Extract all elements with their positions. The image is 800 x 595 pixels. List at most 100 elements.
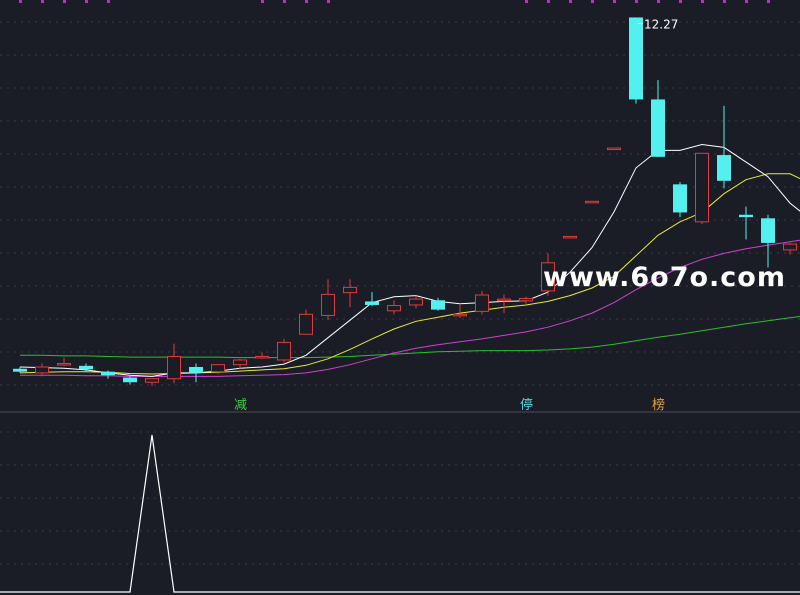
candle xyxy=(563,235,577,239)
candle-body xyxy=(57,363,71,366)
candle-body xyxy=(255,355,269,359)
candle-body xyxy=(321,293,335,316)
candle xyxy=(497,294,511,314)
candle-body xyxy=(277,341,291,361)
candle-body xyxy=(167,355,181,380)
candle-body xyxy=(453,313,467,317)
candle xyxy=(519,296,533,304)
grid-layer xyxy=(0,21,800,565)
candle-body xyxy=(563,235,577,239)
top-dot xyxy=(635,0,638,3)
candle-body xyxy=(343,286,357,294)
top-dot xyxy=(63,0,66,3)
top-dot xyxy=(701,0,704,3)
signal-marker: 停 xyxy=(520,397,533,413)
candle xyxy=(651,80,665,157)
top-dot xyxy=(107,0,110,3)
moving-average-layer xyxy=(19,143,800,377)
ma-short-line xyxy=(19,143,800,377)
candle xyxy=(387,300,401,315)
top-dot xyxy=(591,0,594,3)
candle xyxy=(189,363,203,383)
stock-kline-chart: 减 停 榜 12.27 www.6o7o.com xyxy=(0,0,800,593)
watermark-text: www.6o7o.com xyxy=(543,262,786,293)
candle-body xyxy=(101,371,115,376)
top-dot xyxy=(525,0,528,3)
candle xyxy=(321,279,335,321)
candle-body xyxy=(761,218,775,243)
candle-body xyxy=(211,364,225,373)
signal-marker-layer: 减停榜 xyxy=(234,22,665,413)
top-dot xyxy=(679,0,682,3)
candle xyxy=(365,292,379,307)
candle xyxy=(739,206,753,240)
candle-body xyxy=(651,99,665,157)
candle-body xyxy=(739,214,753,218)
signal-marker: 榜 xyxy=(652,397,665,413)
top-dot xyxy=(85,0,88,3)
candle xyxy=(453,303,467,318)
candle xyxy=(101,370,115,379)
top-dot xyxy=(657,0,660,3)
candle-body xyxy=(431,300,445,310)
candle xyxy=(761,214,775,268)
chart-stage: 减 停 榜 12.27 www.6o7o.com xyxy=(0,0,800,595)
top-dot xyxy=(327,0,330,3)
candle xyxy=(35,363,49,377)
candle-body xyxy=(299,313,313,335)
top-dot xyxy=(261,0,264,3)
signal-marker: 减 xyxy=(234,398,247,413)
candle-body xyxy=(123,377,137,383)
candle-body xyxy=(519,298,533,302)
candle xyxy=(695,152,709,225)
candle-body xyxy=(145,378,159,383)
candle-body xyxy=(717,155,731,181)
candle-body xyxy=(629,17,643,100)
candle xyxy=(607,147,621,151)
ma-longest-line xyxy=(20,315,800,359)
indicator-line xyxy=(0,434,800,593)
candle-body xyxy=(585,200,599,204)
indicator-layer xyxy=(0,434,800,593)
top-dot xyxy=(547,0,550,3)
top-dot xyxy=(767,0,770,3)
candle xyxy=(167,343,181,384)
candle-body xyxy=(409,298,423,306)
candle-body xyxy=(695,152,709,223)
candle-body xyxy=(673,184,687,213)
candle-body xyxy=(233,359,247,366)
candle xyxy=(255,352,269,359)
top-dots-layer xyxy=(19,0,770,3)
peak-price-label: 12.27 xyxy=(644,17,678,31)
candle-body xyxy=(79,365,93,370)
top-dot xyxy=(283,0,286,3)
top-dot xyxy=(41,0,44,3)
candle-body xyxy=(35,366,49,374)
top-dot xyxy=(745,0,748,3)
top-dot xyxy=(305,0,308,3)
candle-body xyxy=(607,147,621,151)
top-dot xyxy=(723,0,726,3)
candle xyxy=(343,279,357,308)
candle xyxy=(585,200,599,204)
candlestick-layer xyxy=(13,17,797,386)
candle xyxy=(629,17,643,104)
candle-body xyxy=(783,243,797,251)
candle-body xyxy=(365,301,379,305)
candle xyxy=(409,295,423,309)
ma-long-line xyxy=(20,239,800,377)
candle xyxy=(475,290,489,315)
candle-body xyxy=(189,367,203,373)
candle xyxy=(123,376,137,385)
candle xyxy=(673,181,687,218)
candle xyxy=(277,338,291,363)
candle-body xyxy=(475,294,489,312)
candle xyxy=(57,357,71,366)
top-dot xyxy=(613,0,616,3)
top-dot xyxy=(569,0,572,3)
candle-body xyxy=(497,298,511,302)
candle xyxy=(299,309,313,335)
top-dot xyxy=(19,0,22,3)
candle xyxy=(13,367,27,373)
candle-body xyxy=(387,305,401,312)
